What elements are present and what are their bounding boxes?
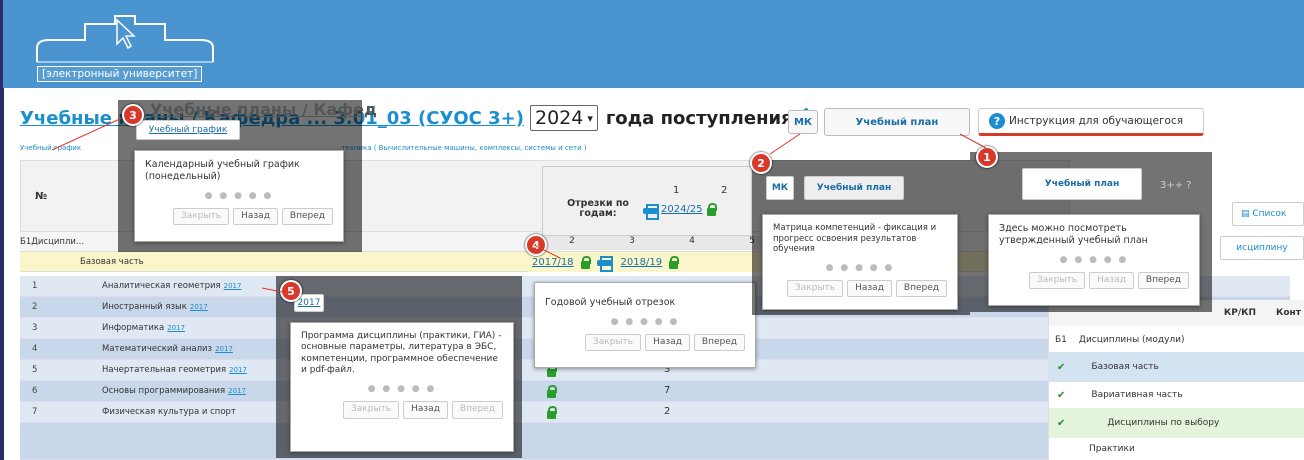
connector-lines: [51, 117, 987, 293]
